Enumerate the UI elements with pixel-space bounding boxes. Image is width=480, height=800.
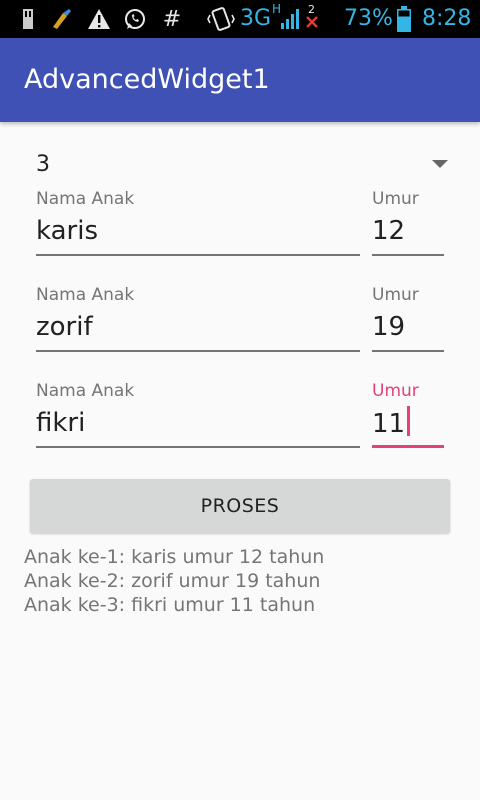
child-age-field-1[interactable]: Umur 12: [372, 188, 444, 260]
result-line: Anak ke-1: karis umur 12 tahun: [24, 546, 325, 568]
child-count-spinner[interactable]: 3: [24, 140, 456, 188]
field-underline-focused: [372, 445, 444, 448]
battery-percent: 73%: [344, 6, 393, 31]
child-name-label: Nama Anak: [36, 381, 135, 401]
field-underline: [36, 350, 360, 352]
child-name-label: Nama Anak: [36, 285, 135, 305]
no-signal-icon: [304, 14, 320, 30]
whatsapp-icon: [122, 6, 148, 32]
field-underline: [36, 254, 360, 256]
app-bar: AdvancedWidget1: [0, 38, 480, 122]
child-name-value: fikri: [36, 408, 86, 438]
signal-icon: [280, 6, 300, 32]
field-underline: [36, 446, 360, 448]
cleaner-icon: [48, 6, 74, 32]
field-underline: [372, 350, 444, 352]
child-name-field-2[interactable]: Nama Anak zorif: [36, 284, 360, 356]
child-name-field-3[interactable]: Nama Anak fikri: [36, 380, 360, 452]
app-title: AdvancedWidget1: [24, 64, 270, 95]
proses-button[interactable]: PROSES: [30, 479, 450, 533]
usb-icon: [18, 6, 38, 32]
child-age-label: Umur: [372, 189, 419, 209]
vibrate-icon: [206, 6, 236, 32]
result-text: Anak ke-1: karis umur 12 tahun Anak ke-2…: [24, 545, 324, 617]
child-name-value: zorif: [36, 312, 93, 342]
hash-icon: #: [162, 6, 182, 32]
text-cursor: [407, 406, 411, 436]
field-underline: [372, 254, 444, 256]
child-age-label: Umur: [372, 381, 419, 401]
result-line: Anak ke-3: fikri umur 11 tahun: [24, 594, 316, 616]
status-bar: # 3G H 2 73% 8:28: [0, 0, 480, 38]
warning-icon: [86, 6, 112, 32]
child-age-value: 12: [372, 216, 406, 246]
spinner-value: 3: [36, 152, 50, 177]
child-age-value: 19: [372, 312, 406, 342]
child-name-field-1[interactable]: Nama Anak karis: [36, 188, 360, 260]
clock: 8:28: [422, 6, 472, 31]
network-type: 3G: [240, 6, 272, 31]
child-age-label: Umur: [372, 285, 419, 305]
child-age-value-wrap: 11: [372, 406, 411, 441]
dropdown-arrow-icon: [432, 160, 448, 168]
child-name-value: karis: [36, 216, 98, 246]
battery-icon: [394, 6, 414, 32]
result-line: Anak ke-2: zorif umur 19 tahun: [24, 570, 321, 592]
child-age-field-2[interactable]: Umur 19: [372, 284, 444, 356]
child-age-value: 11: [372, 409, 406, 439]
child-age-field-3[interactable]: Umur 11: [372, 380, 444, 452]
child-name-label: Nama Anak: [36, 189, 135, 209]
